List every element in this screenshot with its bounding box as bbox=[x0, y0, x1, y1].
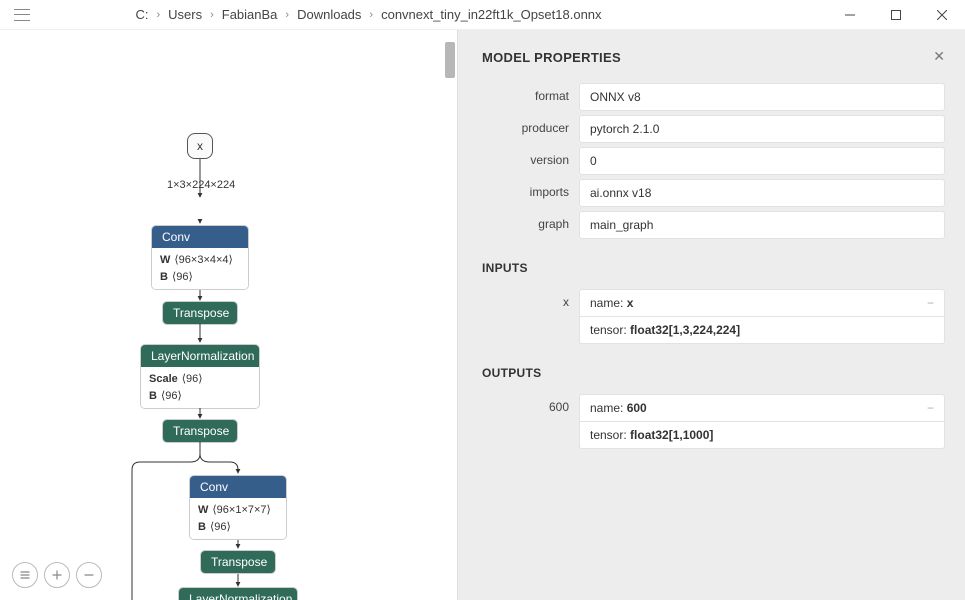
node-layernorm[interactable]: LayerNormalization Scale⟨96⟩ B⟨96⟩ bbox=[141, 345, 259, 408]
prop-value[interactable]: pytorch 2.1.0 bbox=[579, 115, 945, 143]
input-label: x bbox=[482, 289, 579, 344]
breadcrumb-seg[interactable]: Downloads bbox=[297, 7, 361, 22]
breadcrumb-seg[interactable]: C: bbox=[135, 7, 148, 22]
breadcrumb-seg[interactable]: Users bbox=[168, 7, 202, 22]
node-conv[interactable]: Conv W⟨96×3×4×4⟩ B⟨96⟩ bbox=[152, 226, 248, 289]
zoom-out-icon[interactable] bbox=[76, 562, 102, 588]
prop-value[interactable]: main_graph bbox=[579, 211, 945, 239]
field-value: float32[1,1000] bbox=[630, 428, 713, 442]
close-button[interactable] bbox=[919, 0, 965, 30]
node-transpose[interactable]: Transpose bbox=[163, 420, 237, 442]
prop-row-format: format ONNX v8 bbox=[482, 83, 945, 111]
collapse-icon[interactable]: − bbox=[927, 296, 934, 310]
output-tensor[interactable]: tensor: float32[1,1000] bbox=[579, 422, 945, 449]
output-name[interactable]: name: 600 − bbox=[579, 394, 945, 422]
prop-label: version bbox=[482, 147, 579, 175]
scrollbar-thumb[interactable] bbox=[445, 42, 455, 78]
node-conv[interactable]: Conv W⟨96×1×7×7⟩ B⟨96⟩ bbox=[190, 476, 286, 539]
node-layernorm[interactable]: LayerNormalization bbox=[179, 588, 297, 600]
node-header: Transpose bbox=[201, 551, 275, 573]
field-prefix: name: bbox=[590, 296, 627, 310]
field-value: 600 bbox=[627, 401, 647, 415]
field-prefix: name: bbox=[590, 401, 627, 415]
chevron-right-icon: › bbox=[285, 9, 289, 21]
titlebar: C: › Users › FabianBa › Downloads › convnext… bbox=[0, 0, 965, 30]
node-body: W⟨96×3×4×4⟩ B⟨96⟩ bbox=[152, 248, 248, 289]
prop-value[interactable]: 0 bbox=[579, 147, 945, 175]
maximize-button[interactable] bbox=[873, 0, 919, 30]
node-header: LayerNormalization bbox=[141, 345, 259, 367]
input-tensor[interactable]: tensor: float32[1,3,224,224] bbox=[579, 317, 945, 344]
prop-row-imports: imports ai.onnx v18 bbox=[482, 179, 945, 207]
input-row: x name: x − tensor: float32[1,3,224,224] bbox=[482, 289, 945, 344]
chevron-right-icon: › bbox=[369, 9, 373, 21]
properties-panel: ✕ MODEL PROPERTIES format ONNX v8 produc… bbox=[457, 30, 965, 600]
breadcrumb-seg[interactable]: convnext_tiny_in22ft1k_Opset18.onnx bbox=[381, 7, 601, 22]
prop-row-version: version 0 bbox=[482, 147, 945, 175]
prop-label: graph bbox=[482, 211, 579, 239]
field-prefix: tensor: bbox=[590, 428, 630, 442]
canvas-tools bbox=[12, 562, 102, 588]
tensor-box: x bbox=[187, 133, 213, 159]
menu-icon[interactable] bbox=[14, 9, 30, 21]
prop-value[interactable]: ONNX v8 bbox=[579, 83, 945, 111]
node-header: Conv bbox=[190, 476, 286, 498]
list-icon[interactable] bbox=[12, 562, 38, 588]
node-transpose[interactable]: Transpose bbox=[201, 551, 275, 573]
prop-label: producer bbox=[482, 115, 579, 143]
node-body: W⟨96×1×7×7⟩ B⟨96⟩ bbox=[190, 498, 286, 539]
node-header: LayerNormalization bbox=[179, 588, 297, 600]
prop-row-graph: graph main_graph bbox=[482, 211, 945, 239]
close-icon[interactable]: ✕ bbox=[933, 48, 945, 65]
node-header: Transpose bbox=[163, 420, 237, 442]
output-label: 600 bbox=[482, 394, 579, 449]
node-header: Conv bbox=[152, 226, 248, 248]
tensor-shape-label: 1×3×224×224 bbox=[167, 179, 235, 191]
output-row: 600 name: 600 − tensor: float32[1,1000] bbox=[482, 394, 945, 449]
field-value: x bbox=[627, 296, 634, 310]
input-name[interactable]: name: x − bbox=[579, 289, 945, 317]
prop-label: format bbox=[482, 83, 579, 111]
node-transpose[interactable]: Transpose bbox=[163, 302, 237, 324]
collapse-icon[interactable]: − bbox=[927, 401, 934, 415]
outputs-header: OUTPUTS bbox=[482, 366, 945, 380]
inputs-header: INPUTS bbox=[482, 261, 945, 275]
chevron-right-icon: › bbox=[156, 9, 160, 21]
zoom-in-icon[interactable] bbox=[44, 562, 70, 588]
chevron-right-icon: › bbox=[210, 9, 214, 21]
prop-value[interactable]: ai.onnx v18 bbox=[579, 179, 945, 207]
node-body: Scale⟨96⟩ B⟨96⟩ bbox=[141, 367, 259, 408]
field-prefix: tensor: bbox=[590, 323, 630, 337]
node-header: Transpose bbox=[163, 302, 237, 324]
minimize-button[interactable] bbox=[827, 0, 873, 30]
breadcrumb: C: › Users › FabianBa › Downloads › convnext… bbox=[50, 7, 827, 22]
vertical-scrollbar[interactable] bbox=[445, 32, 455, 600]
tensor-name: x bbox=[197, 139, 203, 153]
graph-canvas[interactable]: x 1×3×224×224 Conv W⟨96×3×4×4⟩ B⟨96⟩ Tra… bbox=[0, 30, 457, 600]
field-value: float32[1,3,224,224] bbox=[630, 323, 740, 337]
panel-title: MODEL PROPERTIES bbox=[482, 50, 945, 65]
breadcrumb-seg[interactable]: FabianBa bbox=[222, 7, 278, 22]
window-controls bbox=[827, 0, 965, 29]
prop-row-producer: producer pytorch 2.1.0 bbox=[482, 115, 945, 143]
prop-label: imports bbox=[482, 179, 579, 207]
graph-input-node[interactable]: x bbox=[187, 133, 213, 159]
